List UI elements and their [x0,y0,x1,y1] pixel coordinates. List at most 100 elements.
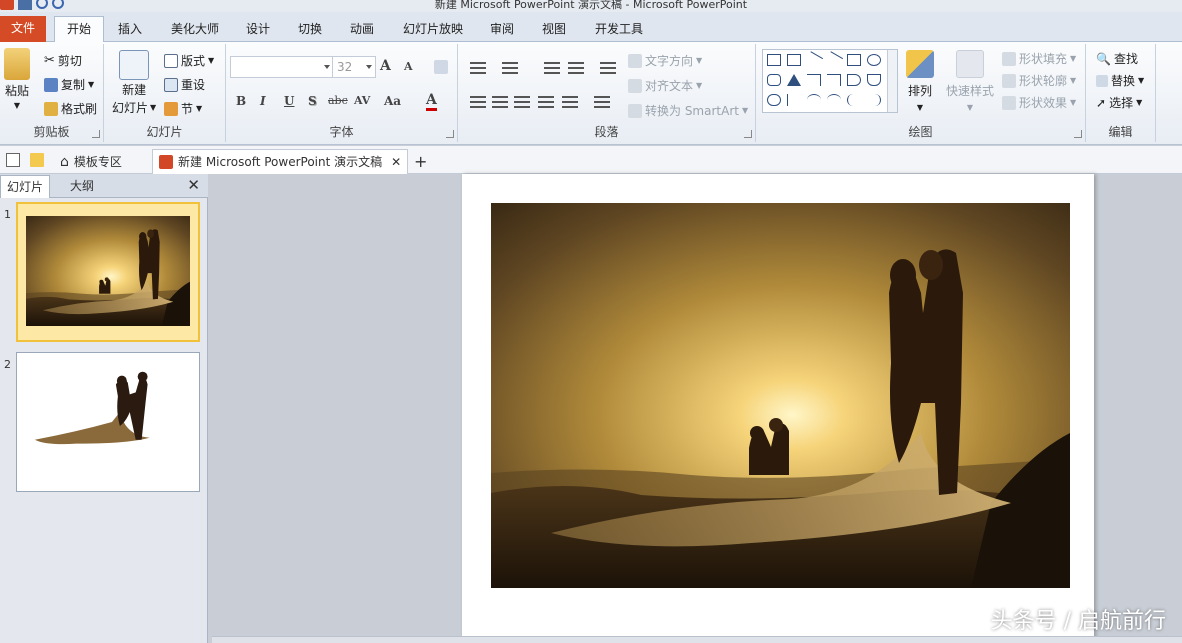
reset-button[interactable]: 重设 [164,76,205,93]
slide-canvas[interactable] [462,174,1094,643]
curve-shape-icon[interactable] [827,94,841,106]
line-shape-icon[interactable] [804,51,824,69]
tab-animations[interactable]: 动画 [342,17,382,42]
arrow-line-shape-icon[interactable] [824,51,844,69]
columns-icon[interactable] [594,96,610,108]
elbow-arrow-shape-icon[interactable] [827,74,841,86]
callout-shape-icon[interactable] [767,94,781,106]
left-brace-shape-icon[interactable] [847,94,861,106]
thumbnail-photo [26,216,190,326]
tab-home[interactable]: 开始 [54,16,104,42]
layout-button[interactable]: 版式 ▼ [164,52,214,69]
arc-shape-icon[interactable] [807,94,821,106]
quick-styles-button[interactable]: 快速样式 ▼ [946,50,994,112]
dialog-launcher-icon[interactable] [92,130,100,138]
change-case-button[interactable]: Aa [384,94,401,108]
dialog-launcher-icon[interactable] [446,130,454,138]
new-slide-button[interactable]: 新建 幻灯片 ▼ [112,50,156,116]
shape-outline-button[interactable]: 形状轮廓 ▼ [1002,72,1076,89]
doctab-presentation[interactable]: 新建 Microsoft PowerPoint 演示文稿 ✕ [152,149,409,174]
select-button[interactable]: ➚ 选择 ▼ [1096,94,1142,111]
folder-icon[interactable] [30,153,44,167]
font-name-combo[interactable] [230,56,334,78]
format-painter-button[interactable]: 格式刷 [44,100,97,117]
add-tab-icon[interactable]: + [414,149,427,174]
tab-view[interactable]: 视图 [534,17,574,42]
cut-button[interactable]: ✂ 剪切 [44,52,82,69]
tab-beautify[interactable]: 美化大师 [162,17,228,42]
align-right-icon[interactable] [514,96,530,108]
align-left-icon[interactable] [470,96,486,108]
tab-transitions[interactable]: 切换 [290,17,330,42]
group-label-drawing: 绘图 [908,125,933,139]
gallery-scroll[interactable] [887,50,897,112]
paintbrush-icon [44,101,58,116]
grow-font-button[interactable]: A [380,58,391,74]
shapes-gallery[interactable] [762,49,898,113]
tab-review[interactable]: 审阅 [482,17,522,42]
align-center-icon[interactable] [492,96,508,108]
tab-insert[interactable]: 插入 [110,17,150,42]
bullets-icon[interactable] [470,62,486,74]
dialog-launcher-icon[interactable] [744,130,752,138]
shape-effects-button[interactable]: 形状效果 ▼ [1002,94,1076,111]
tab-developer[interactable]: 开发工具 [586,17,652,42]
right-arrow-shape-icon[interactable] [847,74,861,86]
clear-format-icon[interactable] [434,60,448,74]
down-arrow-shape-icon[interactable] [867,74,881,86]
char-spacing-button[interactable]: AV [354,94,370,107]
shape-effects-label: 形状效果 [1019,96,1068,110]
strikethrough-button[interactable]: abc [328,94,348,107]
tab-slideshow[interactable]: 幻灯片放映 [394,17,472,42]
slide-thumbnail-2[interactable] [16,352,200,492]
oval-shape-icon[interactable] [867,54,881,66]
chevron-down-icon: ▼ [696,56,703,65]
shadow-button[interactable]: S [308,94,317,108]
tab-design[interactable]: 设计 [238,17,278,42]
section-button[interactable]: 节 ▼ [164,100,202,117]
shrink-font-button[interactable]: A [404,60,413,73]
font-size-combo[interactable]: 32 [332,56,376,78]
dialog-launcher-icon[interactable] [1074,130,1082,138]
bold-button[interactable]: B [236,94,246,108]
distribute-icon[interactable] [562,96,578,108]
paste-button[interactable]: 粘贴 ▼ [4,48,30,110]
smartart-button[interactable]: 转换为 SmartArt ▼ [628,102,748,119]
text-direction-button[interactable]: 文字方向 ▼ [628,52,702,69]
tab-slides-panel[interactable]: 幻灯片 [0,175,51,198]
tab-outline-panel[interactable]: 大纲 [64,175,100,198]
underline-button[interactable]: U [284,94,294,108]
textbox-shape-icon[interactable] [767,54,781,66]
close-icon[interactable]: ✕ [391,151,401,173]
horizontal-scrollbar[interactable] [212,636,1182,643]
vertical-textbox-shape-icon[interactable] [787,54,801,66]
triangle-shape-icon[interactable] [787,74,801,86]
rectangle-shape-icon[interactable] [847,54,861,66]
arrange-button[interactable]: 排列 ▼ [906,50,934,112]
slide-photo[interactable] [491,203,1070,588]
right-brace-shape-icon[interactable] [867,94,881,106]
copy-button[interactable]: 复制 ▼ [44,76,94,93]
slide-thumbnail-1[interactable] [16,202,200,342]
replace-icon [1096,74,1108,87]
shape-fill-button[interactable]: 形状填充 ▼ [1002,50,1076,67]
panel-close-icon[interactable]: ✕ [187,177,200,193]
font-color-button[interactable]: A [426,92,437,111]
freeform-shape-icon[interactable] [787,94,801,106]
tab-file[interactable]: 文件 [0,16,46,42]
elbow-connector-shape-icon[interactable] [807,74,821,86]
chevron-down-icon: ▼ [1138,76,1145,85]
numbering-icon[interactable] [502,62,518,74]
chevron-down-icon: ▼ [966,103,974,112]
increase-indent-icon[interactable] [568,62,584,74]
justify-icon[interactable] [538,96,554,108]
replace-button[interactable]: 替换 ▼ [1096,72,1144,89]
align-text-button[interactable]: 对齐文本 ▼ [628,77,702,94]
decrease-indent-icon[interactable] [544,62,560,74]
rounded-rectangle-shape-icon[interactable] [767,74,781,86]
doctab-templates[interactable]: ⌂ 模板专区 [60,149,122,174]
italic-button[interactable]: I [260,94,266,108]
new-document-icon[interactable] [6,153,20,167]
find-button[interactable]: 🔍 查找 [1096,50,1138,67]
line-spacing-icon[interactable] [600,62,616,74]
